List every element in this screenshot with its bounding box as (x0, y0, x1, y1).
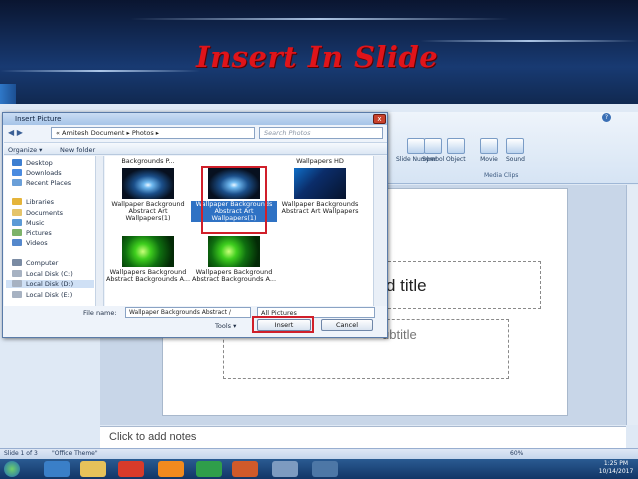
file-item[interactable]: Wallpapers Background Abstract Backgroun… (191, 236, 277, 283)
organize-button[interactable]: Organize ▾ (8, 146, 42, 154)
explorer-icon[interactable] (44, 461, 70, 477)
notes-pane[interactable]: Click to add notes (100, 426, 626, 448)
dialog-toolbar: Organize ▾ New folder (4, 142, 387, 155)
back-forward-icon[interactable]: ◀ ▶ (8, 128, 23, 137)
file-caption: Backgrounds P... (121, 157, 175, 165)
computer-icon (12, 259, 22, 266)
tools-menu[interactable]: Tools ▾ (215, 322, 236, 330)
drive-icon (12, 270, 22, 277)
thumbnail-image (294, 168, 346, 199)
dialog-title-bar[interactable]: Insert Picture (3, 113, 387, 125)
object-icon (446, 138, 465, 154)
nav-item[interactable]: Music (12, 219, 45, 227)
powerpoint-taskbar-icon[interactable] (232, 461, 258, 477)
nav-item[interactable]: Local Disk (E:) (12, 291, 72, 299)
nav-item[interactable]: Recent Places (12, 179, 71, 187)
videos-icon (12, 239, 22, 246)
search-input[interactable]: Search Photos (259, 127, 383, 139)
recent-places-icon (12, 179, 22, 186)
file-item[interactable]: Wallpaper Background Abstract Art Wallpa… (105, 168, 191, 222)
nav-item[interactable]: Local Disk (C:) (12, 270, 73, 278)
file-grid: Backgrounds P... Wallpapers HD Wallpaper… (105, 156, 373, 306)
libraries-icon (12, 198, 22, 205)
desktop-icon (12, 159, 22, 166)
vertical-scrollbar[interactable] (626, 185, 638, 425)
media-clips-group-label: Media Clips (484, 172, 519, 179)
film-icon (480, 138, 498, 154)
folder-icon[interactable] (80, 461, 106, 477)
slide-heading: Insert In Slide (196, 40, 439, 74)
system-clock[interactable]: 1:25 PM 10/14/2017 (596, 460, 636, 476)
zoom-level[interactable]: 60% (510, 450, 523, 457)
firefox-icon[interactable] (158, 461, 184, 477)
thumbnail-image (122, 168, 174, 199)
nav-item[interactable]: Downloads (12, 169, 62, 177)
file-name-label: File name: (83, 309, 117, 317)
light-streak (0, 70, 200, 72)
paint-icon[interactable] (272, 461, 298, 477)
file-item[interactable]: Wallpaper Backgrounds Abstract Art Wallp… (277, 168, 363, 215)
object-button[interactable]: Object (446, 138, 466, 163)
cancel-button[interactable]: Cancel (321, 319, 373, 331)
insert-picture-dialog: Insert Picture x ◀ ▶ « Amitesh Document … (2, 112, 388, 338)
navigation-scrollbar[interactable] (96, 156, 104, 306)
nav-item[interactable]: Computer (12, 259, 58, 267)
thumbnail-image (122, 236, 174, 267)
light-streak (420, 40, 638, 42)
music-icon (12, 219, 22, 226)
navigation-pane: Desktop Downloads Recent Places Librarie… (4, 156, 96, 306)
slide-counter: Slide 1 of 3 (4, 450, 38, 457)
downloads-icon (12, 169, 22, 176)
drive-icon (12, 291, 22, 298)
nav-item[interactable]: Libraries (12, 198, 54, 206)
start-button[interactable] (4, 461, 20, 477)
drive-icon (12, 280, 22, 287)
selection-highlight-box (201, 166, 267, 234)
help-icon[interactable]: ? (602, 113, 611, 122)
new-folder-button[interactable]: New folder (60, 146, 95, 154)
nav-item-selected[interactable]: Local Disk (D:) (6, 280, 94, 288)
nav-item[interactable]: Documents (12, 209, 63, 217)
nav-item[interactable]: Desktop (12, 159, 53, 167)
sound-button[interactable]: Sound (506, 138, 525, 163)
omega-icon (424, 138, 443, 154)
movie-button[interactable]: Movie (480, 138, 498, 163)
dialog-title: Insert Picture (15, 115, 62, 123)
file-name-input[interactable]: Wallpaper Backgrounds Abstract / (125, 307, 251, 318)
file-grid-scrollbar[interactable] (373, 156, 387, 306)
pictures-icon (12, 229, 22, 236)
close-icon[interactable]: x (373, 114, 386, 124)
insert-highlight-box (252, 316, 314, 333)
speaker-icon (506, 138, 525, 154)
chrome-icon[interactable] (196, 461, 222, 477)
picture-viewer-icon[interactable] (312, 461, 338, 477)
status-bar: Slide 1 of 3 "Office Theme" 60% (0, 448, 638, 459)
file-caption: Wallpapers HD (296, 157, 344, 165)
nav-item[interactable]: Videos (12, 239, 48, 247)
address-bar[interactable]: « Amitesh Document ▸ Photos ▸ (51, 127, 255, 139)
documents-icon (12, 209, 22, 216)
symbol-button[interactable]: Symbol (422, 138, 444, 163)
light-streak (130, 18, 510, 20)
theme-name: "Office Theme" (52, 450, 98, 457)
thumbnail-image (208, 236, 260, 267)
media-player-icon[interactable] (118, 461, 144, 477)
windows-taskbar (0, 459, 638, 479)
file-item[interactable]: Wallpapers Background Abstract Backgroun… (105, 236, 191, 283)
nav-item[interactable]: Pictures (12, 229, 52, 237)
